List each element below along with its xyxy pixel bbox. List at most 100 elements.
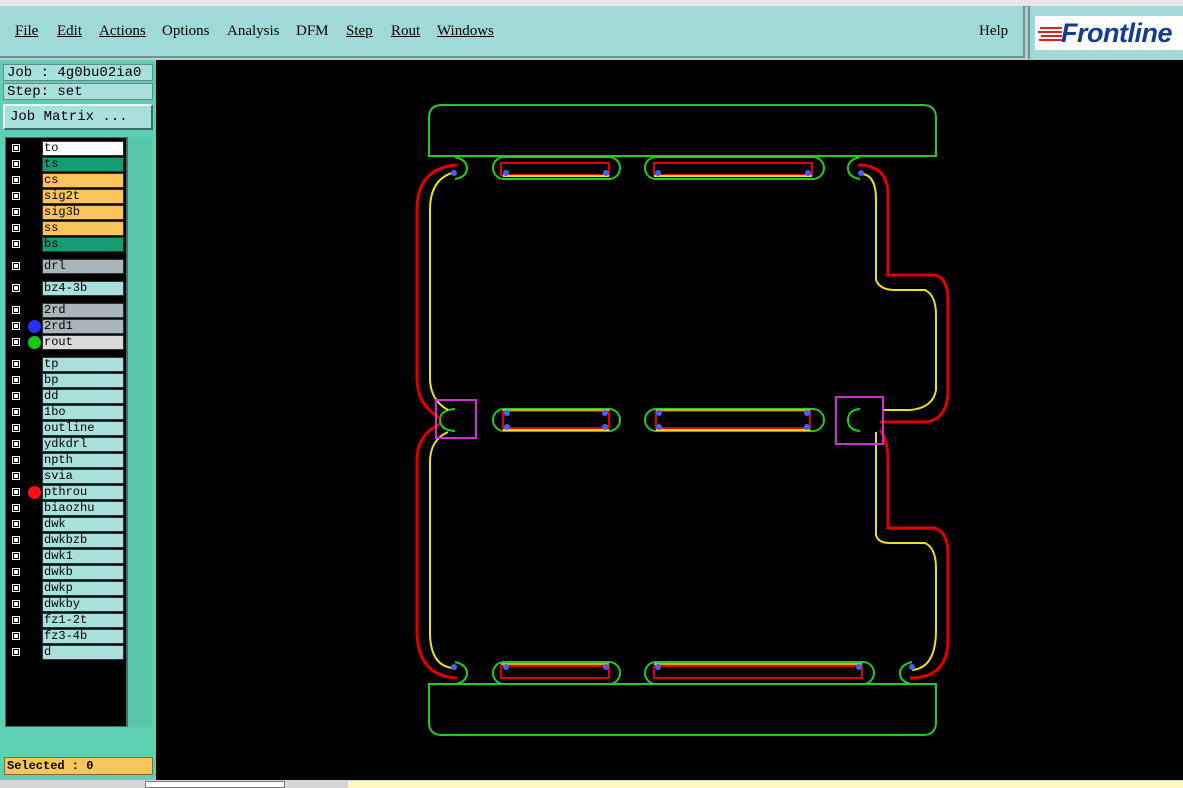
layer-row-tp[interactable]: tp	[8, 357, 126, 372]
layer-checkbox[interactable]	[11, 471, 21, 481]
layer-checkbox[interactable]	[11, 159, 21, 169]
layer-row-fz1-2t[interactable]: fz1-2t	[8, 613, 126, 628]
layer-checkbox[interactable]	[11, 375, 21, 385]
layer-checkbox[interactable]	[11, 359, 21, 369]
layer-checkbox[interactable]	[11, 239, 21, 249]
layer-row-dwk1[interactable]: dwk1	[8, 549, 126, 564]
menu-actions[interactable]: Actions	[99, 23, 146, 40]
layer-checkbox[interactable]	[11, 283, 21, 293]
layer-row-pthrou[interactable]: pthrou	[8, 485, 126, 500]
layer-name[interactable]: drl	[42, 259, 124, 274]
layer-name[interactable]: fz1-2t	[42, 613, 124, 628]
layer-checkbox[interactable]	[11, 535, 21, 545]
layer-checkbox[interactable]	[11, 321, 21, 331]
bottom-input-field[interactable]	[145, 781, 285, 788]
layer-row-bs[interactable]: bs	[8, 237, 126, 252]
layer-name[interactable]: dwkb	[42, 565, 124, 580]
layer-row-bz4-3b[interactable]: bz4-3b	[8, 281, 126, 296]
layer-name[interactable]: 2rd1	[42, 319, 124, 334]
layer-row-1bo[interactable]: 1bo	[8, 405, 126, 420]
layer-name[interactable]: dwkby	[42, 597, 124, 612]
layer-row-cs[interactable]: cs	[8, 173, 126, 188]
layer-row-outline[interactable]: outline	[8, 421, 126, 436]
layer-checkbox[interactable]	[11, 391, 21, 401]
layer-row-drl[interactable]: drl	[8, 259, 126, 274]
layer-name[interactable]: rout	[42, 335, 124, 350]
layer-row-d[interactable]: d	[8, 645, 126, 660]
layer-name[interactable]: cs	[42, 173, 124, 188]
layer-checkbox[interactable]	[11, 455, 21, 465]
layer-checkbox[interactable]	[11, 567, 21, 577]
layer-row-dd[interactable]: dd	[8, 389, 126, 404]
layer-row-sig2t[interactable]: sig2t	[8, 189, 126, 204]
layer-row-ydkdrl[interactable]: ydkdrl	[8, 437, 126, 452]
layer-name[interactable]: bs	[42, 237, 124, 252]
layer-checkbox[interactable]	[11, 207, 21, 217]
layer-name[interactable]: biaozhu	[42, 501, 124, 516]
layer-row-svia[interactable]: svia	[8, 469, 126, 484]
layer-name[interactable]: ss	[42, 221, 124, 236]
layer-name[interactable]: npth	[42, 453, 124, 468]
layer-checkbox[interactable]	[11, 261, 21, 271]
layer-checkbox[interactable]	[11, 583, 21, 593]
layer-name[interactable]: ts	[42, 157, 124, 172]
layer-name[interactable]: sig3b	[42, 205, 124, 220]
layer-checkbox[interactable]	[11, 647, 21, 657]
layer-row-to[interactable]: to	[8, 141, 126, 156]
menu-windows[interactable]: Windows	[437, 23, 494, 40]
layer-name[interactable]: dwk	[42, 517, 124, 532]
board-drawing[interactable]	[156, 60, 1183, 780]
layer-name[interactable]: 2rd	[42, 303, 124, 318]
layer-row-rout[interactable]: rout	[8, 335, 126, 350]
layer-checkbox[interactable]	[11, 305, 21, 315]
layer-name[interactable]: sig2t	[42, 189, 124, 204]
layer-checkbox[interactable]	[11, 223, 21, 233]
job-matrix-button[interactable]: Job Matrix ...	[3, 104, 153, 130]
layer-checkbox[interactable]	[11, 631, 21, 641]
layer-list-scrollbar[interactable]	[127, 137, 152, 727]
layer-name[interactable]: dwkbzb	[42, 533, 124, 548]
layer-checkbox[interactable]	[11, 439, 21, 449]
graphic-canvas[interactable]	[156, 60, 1183, 780]
layer-checkbox[interactable]	[11, 175, 21, 185]
menu-analysis[interactable]: Analysis	[227, 23, 280, 40]
layer-checkbox[interactable]	[11, 191, 21, 201]
layer-name[interactable]: to	[42, 141, 124, 156]
layer-checkbox[interactable]	[11, 407, 21, 417]
layer-row-ts[interactable]: ts	[8, 157, 126, 172]
layer-row-bp[interactable]: bp	[8, 373, 126, 388]
layer-checkbox[interactable]	[11, 551, 21, 561]
layer-checkbox[interactable]	[11, 143, 21, 153]
layer-row-dwk[interactable]: dwk	[8, 517, 126, 532]
layer-row-npth[interactable]: npth	[8, 453, 126, 468]
layer-row-dwkp[interactable]: dwkp	[8, 581, 126, 596]
layer-checkbox[interactable]	[11, 487, 21, 497]
layer-name[interactable]: tp	[42, 357, 124, 372]
menu-file[interactable]: File	[15, 23, 38, 40]
layer-row-2rd[interactable]: 2rd	[8, 303, 126, 318]
layer-checkbox[interactable]	[11, 503, 21, 513]
layer-name[interactable]: outline	[42, 421, 124, 436]
layer-checkbox[interactable]	[11, 337, 21, 347]
layer-row-sig3b[interactable]: sig3b	[8, 205, 126, 220]
menu-dfm[interactable]: DFM	[296, 23, 329, 40]
layer-row-dwkbzb[interactable]: dwkbzb	[8, 533, 126, 548]
layer-name[interactable]: dwk1	[42, 549, 124, 564]
layer-name[interactable]: pthrou	[42, 485, 124, 500]
layer-checkbox[interactable]	[11, 615, 21, 625]
layer-name[interactable]: ydkdrl	[42, 437, 124, 452]
menu-options[interactable]: Options	[162, 23, 210, 40]
layer-name[interactable]: svia	[42, 469, 124, 484]
layer-name[interactable]: dd	[42, 389, 124, 404]
layer-checkbox[interactable]	[11, 599, 21, 609]
layer-row-fz3-4b[interactable]: fz3-4b	[8, 629, 126, 644]
layer-row-dwkby[interactable]: dwkby	[8, 597, 126, 612]
menu-edit[interactable]: Edit	[57, 23, 82, 40]
layer-name[interactable]: fz3-4b	[42, 629, 124, 644]
layer-checkbox[interactable]	[11, 519, 21, 529]
menu-rout[interactable]: Rout	[391, 23, 420, 40]
layer-name[interactable]: d	[42, 645, 124, 660]
layer-row-ss[interactable]: ss	[8, 221, 126, 236]
layer-name[interactable]: 1bo	[42, 405, 124, 420]
layer-row-dwkb[interactable]: dwkb	[8, 565, 126, 580]
